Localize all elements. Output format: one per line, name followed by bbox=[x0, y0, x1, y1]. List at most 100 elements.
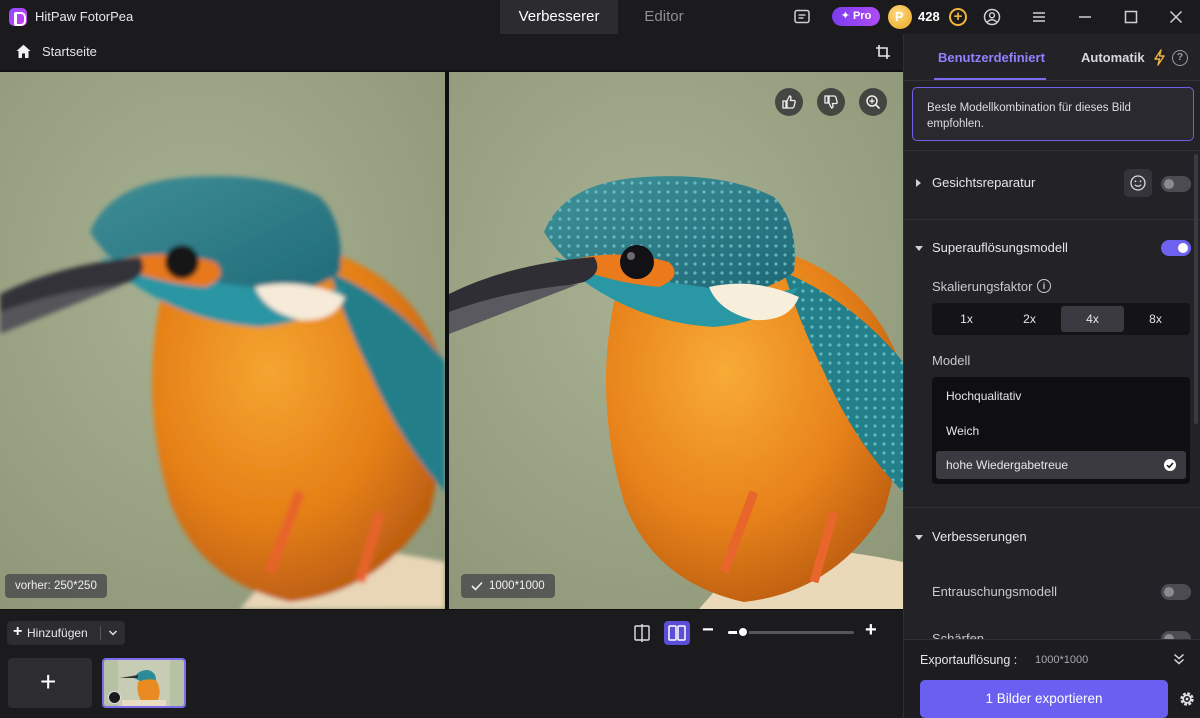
clock-icon bbox=[108, 691, 121, 704]
zoom-slider[interactable] bbox=[728, 626, 854, 638]
face-repair-label: Gesichtsreparatur bbox=[932, 175, 1036, 190]
pro-badge[interactable]: ✦ Pro bbox=[832, 7, 880, 26]
side-by-side-icon bbox=[668, 625, 686, 641]
divider bbox=[904, 150, 1200, 151]
before-image[interactable]: vorher: 250*250 bbox=[0, 72, 445, 609]
bottom-bar: + Hinzufügen − + + bbox=[0, 610, 903, 718]
menu-icon[interactable] bbox=[1030, 8, 1048, 26]
close-icon[interactable] bbox=[1167, 8, 1185, 26]
super-resolution-row[interactable]: Superauflösungsmodell bbox=[904, 236, 1200, 260]
add-image-tile[interactable]: + bbox=[8, 658, 92, 708]
export-resolution-value: 1000*1000 bbox=[1035, 654, 1089, 666]
scale-factor-selector: 1x 2x 4x 8x bbox=[932, 303, 1190, 335]
pro-label: Pro bbox=[852, 10, 872, 22]
add-button-separator bbox=[100, 626, 101, 640]
model-list: Hochqualitativ Weich hohe Wiedergabetreu… bbox=[932, 377, 1190, 484]
check-icon bbox=[471, 581, 483, 591]
divider bbox=[904, 219, 1200, 220]
crop-icon[interactable] bbox=[875, 44, 891, 60]
collapse-arrow-icon bbox=[915, 535, 923, 540]
export-bar: Exportauflösung : 1000*1000 1 Bilder exp… bbox=[904, 639, 1200, 718]
user-icon[interactable] bbox=[983, 8, 1001, 26]
scale-option-4x[interactable]: 4x bbox=[1061, 306, 1124, 332]
enhancements-label: Verbesserungen bbox=[932, 529, 1027, 544]
plus-icon: + bbox=[13, 623, 23, 640]
settings-panel: Benutzerdefiniert Automatik ? Beste Mode… bbox=[903, 34, 1200, 718]
scale-factor-label: Skalierungsfaktor bbox=[932, 279, 1033, 294]
after-size-label: 1000*1000 bbox=[461, 574, 555, 598]
split-view-button[interactable] bbox=[629, 621, 655, 645]
coin-icon bbox=[888, 5, 912, 29]
home-link[interactable]: Startseite bbox=[42, 44, 97, 59]
breadcrumb-bar: Startseite bbox=[0, 34, 903, 70]
model-label: Modell bbox=[932, 353, 971, 368]
add-button-label: Hinzufügen bbox=[27, 626, 88, 640]
app-title: HitPaw FotorPea bbox=[35, 9, 134, 24]
tab-verbesserer[interactable]: Verbesserer bbox=[500, 0, 618, 34]
thumbs-up-button[interactable] bbox=[775, 88, 803, 116]
recommendation-hint: Beste Modellkombination für dieses Bild … bbox=[912, 87, 1194, 141]
maximize-icon[interactable] bbox=[1122, 8, 1140, 26]
buy-coins-button[interactable]: + bbox=[949, 8, 967, 26]
double-chevron-down-icon[interactable] bbox=[1172, 652, 1186, 666]
super-resolution-label: Superauflösungsmodell bbox=[932, 240, 1068, 255]
thumbs-down-button[interactable] bbox=[817, 88, 845, 116]
scale-option-2x[interactable]: 2x bbox=[998, 306, 1061, 332]
thumbs-down-icon bbox=[824, 95, 838, 109]
zoom-in-icon bbox=[866, 95, 881, 110]
mode-tabs: Verbesserer Editor bbox=[500, 0, 710, 34]
expand-arrow-icon bbox=[916, 179, 921, 187]
tabs-divider bbox=[904, 80, 1200, 81]
info-icon[interactable]: i bbox=[1037, 279, 1051, 293]
side-by-side-button[interactable] bbox=[664, 621, 690, 645]
denoise-label: Entrauschungsmodell bbox=[932, 584, 1058, 599]
panel-scrollbar[interactable] bbox=[1194, 154, 1198, 424]
zoom-slider-thumb[interactable] bbox=[737, 626, 749, 638]
before-size-text: vorher: 250*250 bbox=[15, 580, 97, 592]
face-repair-row[interactable]: Gesichtsreparatur bbox=[904, 169, 1200, 197]
bolt-icon bbox=[1153, 49, 1166, 66]
thumbs-up-icon bbox=[782, 95, 796, 109]
export-resolution-label: Exportauflösung : bbox=[920, 653, 1018, 667]
minimize-icon[interactable] bbox=[1076, 8, 1094, 26]
after-size-text: 1000*1000 bbox=[489, 580, 545, 592]
before-size-label: vorher: 250*250 bbox=[5, 574, 107, 598]
divider bbox=[904, 507, 1200, 508]
add-button[interactable]: + Hinzufügen bbox=[7, 621, 125, 645]
zoom-in-plus-button[interactable]: + bbox=[865, 620, 877, 640]
selected-check-icon bbox=[1164, 459, 1176, 471]
messages-icon[interactable] bbox=[793, 8, 811, 26]
model-option-label: Hochqualitativ bbox=[946, 389, 1022, 403]
model-option-hohe-wiedergabetreue[interactable]: hohe Wiedergabetreue bbox=[936, 451, 1186, 479]
after-image[interactable]: 1000*1000 bbox=[449, 72, 903, 609]
scale-option-8x[interactable]: 8x bbox=[1124, 306, 1187, 332]
help-icon[interactable]: ? bbox=[1172, 50, 1188, 66]
tab-automatik[interactable]: Automatik bbox=[1081, 50, 1145, 65]
super-resolution-toggle[interactable] bbox=[1161, 240, 1191, 256]
scale-option-1x[interactable]: 1x bbox=[935, 306, 998, 332]
gear-icon[interactable] bbox=[1178, 690, 1196, 708]
export-button[interactable]: 1 Bilder exportieren bbox=[920, 680, 1168, 718]
title-bar: HitPaw FotorPea Verbesserer Editor ✦ Pro… bbox=[0, 0, 1200, 34]
face-settings-button[interactable] bbox=[1124, 169, 1152, 197]
home-icon[interactable] bbox=[15, 43, 32, 60]
coin-count: 428 bbox=[918, 9, 940, 24]
model-option-hochqualitativ[interactable]: Hochqualitativ bbox=[936, 382, 1186, 410]
zoom-out-button[interactable]: − bbox=[702, 620, 718, 641]
model-option-weich[interactable]: Weich bbox=[936, 417, 1186, 445]
chevron-down-icon[interactable] bbox=[107, 627, 119, 639]
preview-canvas: vorher: 250*250 1000*1000 bbox=[0, 70, 903, 610]
model-option-label: hohe Wiedergabetreue bbox=[946, 458, 1069, 472]
face-repair-toggle[interactable] bbox=[1161, 176, 1191, 192]
face-icon bbox=[1130, 175, 1146, 191]
tab-editor[interactable]: Editor bbox=[618, 0, 710, 34]
add-tile-plus-icon: + bbox=[40, 666, 57, 697]
tab-benutzerdefiniert[interactable]: Benutzerdefiniert bbox=[938, 50, 1045, 65]
app-logo bbox=[9, 8, 27, 26]
image-thumbnail[interactable] bbox=[102, 658, 186, 708]
collapse-arrow-icon bbox=[915, 246, 923, 251]
model-option-label: Weich bbox=[946, 424, 980, 438]
denoise-toggle[interactable] bbox=[1161, 584, 1191, 600]
enhancements-row[interactable]: Verbesserungen bbox=[904, 525, 1200, 549]
zoom-in-button[interactable] bbox=[859, 88, 887, 116]
